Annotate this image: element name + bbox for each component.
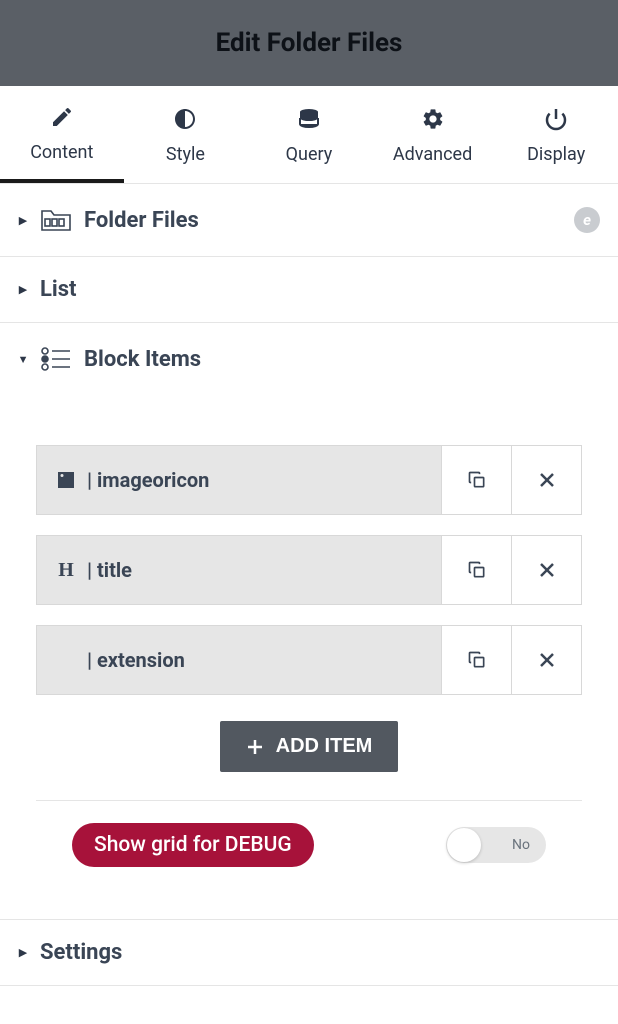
section-list: ▶ List (0, 257, 618, 323)
chevron-down-icon: ▼ (18, 354, 28, 364)
tab-label: Style (166, 144, 205, 165)
contrast-icon (172, 106, 198, 132)
chevron-right-icon: ▶ (18, 215, 28, 225)
tab-label: Display (527, 144, 585, 165)
block-item: | extension (36, 625, 582, 695)
section-settings: ▶ Settings (0, 919, 618, 986)
toggle-label: No (512, 837, 530, 853)
copy-icon (467, 650, 487, 670)
block-item-main[interactable]: | imageoricon (37, 446, 441, 514)
copy-button[interactable] (441, 626, 511, 694)
tab-label: Advanced (393, 144, 472, 165)
close-icon (538, 651, 556, 669)
add-item-button[interactable]: ADD ITEM (220, 721, 399, 772)
section-title: List (40, 277, 76, 302)
block-item-main[interactable]: H | title (37, 536, 441, 604)
block-item: H | title (36, 535, 582, 605)
plus-icon (246, 738, 264, 756)
add-item-row: ADD ITEM (36, 721, 582, 772)
header-bar: Edit Folder Files (0, 0, 618, 86)
tab-content[interactable]: Content (0, 86, 124, 183)
section-header-folder-files[interactable]: ▶ Folder Files e (0, 184, 618, 256)
page-title: Edit Folder Files (216, 28, 403, 58)
debug-badge: Show grid for DEBUG (72, 823, 314, 867)
chevron-right-icon: ▶ (18, 285, 28, 295)
section-title: Settings (40, 940, 122, 965)
block-items-icon (40, 343, 72, 375)
close-icon (538, 561, 556, 579)
section-title: Block Items (84, 347, 201, 372)
copy-icon (467, 470, 487, 490)
copy-button[interactable] (441, 536, 511, 604)
delete-button[interactable] (511, 536, 581, 604)
block-item-main[interactable]: | extension (37, 626, 441, 694)
tab-label: Query (286, 144, 333, 165)
section-folder-files: ▶ Folder Files e (0, 184, 618, 257)
debug-toggle[interactable]: No (446, 827, 546, 863)
block-items-body: | imageoricon H | title (0, 395, 618, 919)
tab-advanced[interactable]: Advanced (371, 86, 495, 183)
tab-label: Content (30, 142, 93, 163)
section-block-items: ▼ Block Items | imageoricon (0, 323, 618, 919)
toggle-knob (447, 828, 481, 862)
power-icon (543, 106, 569, 132)
folder-files-icon (40, 204, 72, 236)
section-header-list[interactable]: ▶ List (0, 257, 618, 322)
block-item-label: | imageoricon (87, 468, 209, 492)
section-header-settings[interactable]: ▶ Settings (0, 920, 618, 985)
copy-icon (467, 560, 487, 580)
database-icon (296, 106, 322, 132)
gear-icon (420, 106, 446, 132)
tab-style[interactable]: Style (124, 86, 248, 183)
delete-button[interactable] (511, 626, 581, 694)
block-item: | imageoricon (36, 445, 582, 515)
tabs: Content Style Query Advanced Display (0, 86, 618, 184)
pencil-icon (49, 104, 75, 130)
elementor-badge-icon: e (574, 207, 600, 233)
blank-icon (55, 649, 77, 671)
add-item-label: ADD ITEM (276, 735, 373, 758)
section-header-block-items[interactable]: ▼ Block Items (0, 323, 618, 395)
block-item-label: | title (87, 558, 132, 582)
heading-icon: H (55, 559, 77, 581)
delete-button[interactable] (511, 446, 581, 514)
chevron-right-icon: ▶ (18, 948, 28, 958)
copy-button[interactable] (441, 446, 511, 514)
section-title: Folder Files (84, 208, 199, 233)
debug-row: Show grid for DEBUG No (36, 800, 582, 889)
tab-query[interactable]: Query (247, 86, 371, 183)
close-icon (538, 471, 556, 489)
block-item-label: | extension (87, 648, 185, 672)
image-icon (55, 469, 77, 491)
tab-display[interactable]: Display (494, 86, 618, 183)
